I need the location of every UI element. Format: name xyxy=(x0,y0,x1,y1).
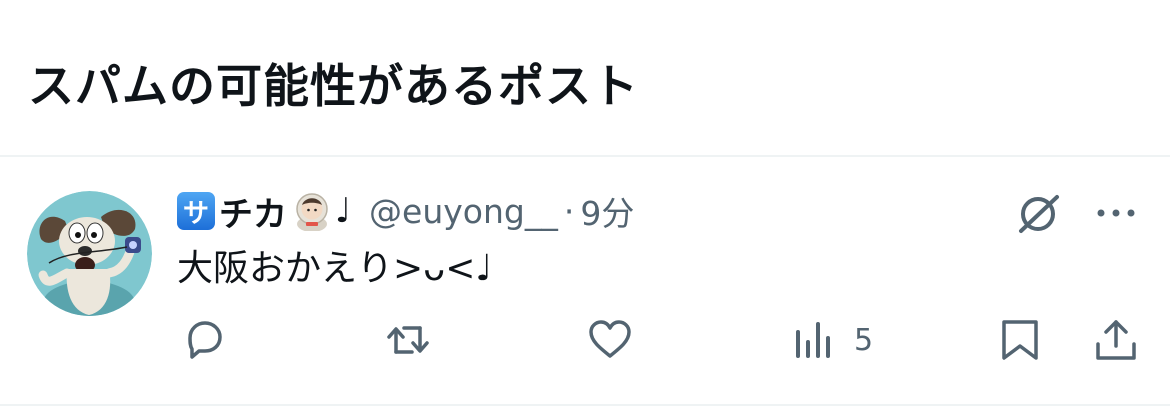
display-name[interactable]: チカ xyxy=(219,187,287,236)
like-button[interactable] xyxy=(586,315,634,365)
views-icon xyxy=(796,322,830,358)
post-actions: 5 xyxy=(0,315,1170,365)
post-time[interactable]: 9分 xyxy=(580,187,634,235)
astronaut-icon xyxy=(296,193,328,231)
repost-button[interactable] xyxy=(384,315,432,365)
post-card[interactable]: サ チカ ♩ @euyong__ · 9分 大阪おかえり>ᴗ<♩ 5 xyxy=(0,157,1170,403)
bookmark-button[interactable] xyxy=(996,315,1044,365)
section-header: スパムの可能性があるポスト xyxy=(0,0,1170,156)
name-badge: サ xyxy=(177,192,215,230)
share-button[interactable] xyxy=(1092,315,1140,365)
avatar[interactable] xyxy=(27,191,152,316)
heart-icon xyxy=(589,320,631,358)
reply-button[interactable] xyxy=(180,315,228,365)
share-icon xyxy=(1096,320,1136,360)
views-button[interactable]: 5 xyxy=(792,315,873,365)
dog-avatar-icon xyxy=(27,191,152,316)
user-handle[interactable]: @euyong__ xyxy=(369,192,558,231)
more-options-icon[interactable] xyxy=(1094,203,1138,223)
meta-separator: · xyxy=(563,191,575,231)
post-text: 大阪おかえり>ᴗ<♩ xyxy=(177,248,493,289)
reply-icon xyxy=(188,321,222,359)
views-count: 5 xyxy=(854,322,874,358)
repost-icon xyxy=(387,326,429,354)
name-suffix: ♩ xyxy=(335,191,352,231)
divider xyxy=(0,404,1170,406)
section-title: スパムの可能性があるポスト xyxy=(28,59,639,113)
bookmark-icon xyxy=(1002,320,1038,360)
post-meta: サ チカ ♩ @euyong__ · 9分 xyxy=(177,187,634,235)
grok-icon[interactable] xyxy=(1015,191,1061,237)
